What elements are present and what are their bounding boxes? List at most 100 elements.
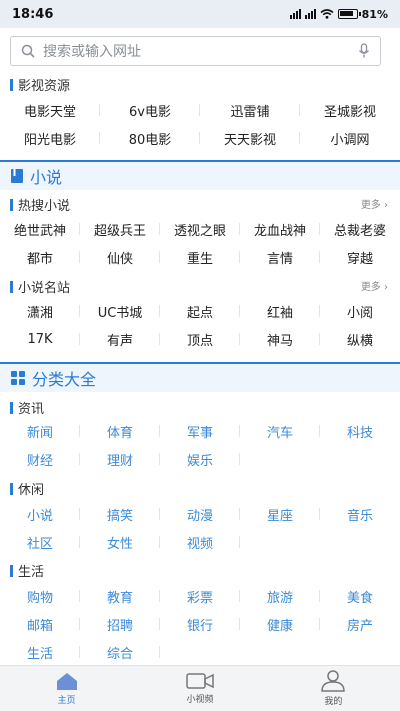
- tab-label: 主页: [57, 696, 76, 706]
- novel-sites-more-link[interactable]: 更多 ›: [361, 278, 388, 293]
- leisure-grid: 小说 搞笑 动漫 星座 音乐社区 女性 视频: [0, 500, 400, 556]
- search-icon: [21, 44, 35, 58]
- link-item[interactable]: 搞笑: [80, 500, 160, 528]
- category-section-title: 分类大全: [32, 370, 97, 389]
- link-item[interactable]: 汽车: [240, 417, 320, 445]
- life-grid: 购物 教育 彩票 旅游 美食邮箱 招聘 银行 健康 房产生活 综合: [0, 582, 400, 666]
- link-item[interactable]: 招聘: [80, 610, 160, 638]
- video-section-title: 影视资源: [10, 75, 70, 94]
- link-item[interactable]: 女性: [80, 528, 160, 556]
- status-time: 18:46: [12, 6, 54, 22]
- news-grid: 新闻 体育 军事 汽车 科技财经 理财 娱乐: [0, 417, 400, 473]
- search-input[interactable]: 搜索或输入网址: [10, 36, 381, 66]
- link-item[interactable]: 红袖: [240, 297, 320, 325]
- video-camera-icon: [186, 673, 214, 689]
- link-item[interactable]: 星座: [240, 500, 320, 528]
- tab-label: 小视频: [186, 695, 214, 705]
- link-item[interactable]: 神马: [240, 325, 320, 353]
- novel-section-header: 小说: [0, 160, 400, 190]
- link-item[interactable]: 体育: [80, 417, 160, 445]
- link-item[interactable]: 旅游: [240, 582, 320, 610]
- wifi-icon: [320, 9, 334, 19]
- link-item[interactable]: 龙血战神: [240, 215, 320, 243]
- book-icon: [11, 169, 23, 183]
- link-item[interactable]: 小阅: [320, 297, 400, 325]
- hot-novel-grid: 绝世武神 超级兵王 透视之眼 龙血战神 总裁老婆都市 仙侠 重生 言情 穿越: [0, 215, 400, 271]
- novel-sites-grid: 潇湘 UC书城 起点 红袖 小阅 17K 有声 顶点 神马 纵横: [0, 297, 400, 353]
- tab-short-video[interactable]: 小视频: [133, 666, 266, 711]
- link-item[interactable]: 科技: [320, 417, 400, 445]
- link-item[interactable]: 小说: [0, 500, 80, 528]
- tab-label: 我的: [324, 697, 343, 707]
- link-item[interactable]: 视频: [160, 528, 240, 556]
- link-item[interactable]: 透视之眼: [160, 215, 240, 243]
- link-item[interactable]: 新闻: [0, 417, 80, 445]
- link-item[interactable]: 80电影: [100, 124, 200, 152]
- link-item[interactable]: 房产: [320, 610, 400, 638]
- link-item[interactable]: 娱乐: [160, 445, 240, 473]
- link-item[interactable]: 音乐: [320, 500, 400, 528]
- link-item[interactable]: 穿越: [320, 243, 400, 271]
- link-item[interactable]: 重生: [160, 243, 240, 271]
- link-item[interactable]: 17K: [0, 325, 80, 353]
- link-item[interactable]: 都市: [0, 243, 80, 271]
- link-item[interactable]: 彩票: [160, 582, 240, 610]
- link-item[interactable]: 纵横: [320, 325, 400, 353]
- bottom-tab-bar: 主页 小视频 我的: [0, 665, 400, 711]
- status-icons: 81%: [289, 7, 388, 21]
- link-item[interactable]: 社区: [0, 528, 80, 556]
- battery-level: 81%: [361, 7, 388, 21]
- link-item[interactable]: 综合: [80, 638, 160, 666]
- link-item[interactable]: 银行: [160, 610, 240, 638]
- signal-icon: [304, 9, 316, 19]
- link-item[interactable]: 动漫: [160, 500, 240, 528]
- category-group-title: 休闲: [10, 479, 44, 498]
- link-item[interactable]: 言情: [240, 243, 320, 271]
- home-icon: [56, 673, 77, 690]
- link-item[interactable]: 邮箱: [0, 610, 80, 638]
- link-item[interactable]: 顶点: [160, 325, 240, 353]
- status-bar: 18:46 81%: [0, 0, 400, 28]
- link-item[interactable]: 超级兵王: [80, 215, 160, 243]
- user-icon: [321, 670, 346, 692]
- link-item[interactable]: 起点: [160, 297, 240, 325]
- signal-icon: [289, 9, 301, 19]
- search-placeholder: 搜索或输入网址: [43, 44, 141, 60]
- link-item[interactable]: 绝世武神: [0, 215, 80, 243]
- link-item[interactable]: 财经: [0, 445, 80, 473]
- grid-icon: [11, 371, 25, 385]
- novel-section-title: 小说: [30, 168, 63, 187]
- microphone-icon[interactable]: [358, 43, 370, 59]
- video-grid: 电影天堂 6v电影 迅雷铺 圣城影视阳光电影 80电影 天天影视 小调网: [0, 96, 400, 152]
- category-group-title: 资讯: [10, 398, 44, 417]
- search-bar: 搜索或输入网址: [0, 28, 400, 72]
- link-item[interactable]: 阳光电影: [0, 124, 100, 152]
- link-item[interactable]: 教育: [80, 582, 160, 610]
- tab-mine[interactable]: 我的: [267, 666, 400, 711]
- hot-novel-title: 热搜小说: [10, 195, 70, 214]
- link-item[interactable]: 美食: [320, 582, 400, 610]
- link-item[interactable]: 天天影视: [200, 124, 300, 152]
- link-item[interactable]: 仙侠: [80, 243, 160, 271]
- link-item[interactable]: 理财: [80, 445, 160, 473]
- category-section-header: 分类大全: [0, 362, 400, 392]
- tab-home[interactable]: 主页: [0, 666, 133, 711]
- hot-novel-more-link[interactable]: 更多 ›: [361, 196, 388, 211]
- link-item[interactable]: 购物: [0, 582, 80, 610]
- link-item[interactable]: 小调网: [300, 124, 400, 152]
- link-item[interactable]: 圣城影视: [300, 96, 400, 124]
- link-item[interactable]: 6v电影: [100, 96, 200, 124]
- link-item[interactable]: 总裁老婆: [320, 215, 400, 243]
- link-item[interactable]: 电影天堂: [0, 96, 100, 124]
- more-label: 更多: [360, 282, 381, 293]
- link-item[interactable]: UC书城: [80, 297, 160, 325]
- link-item[interactable]: 生活: [0, 638, 80, 666]
- link-item[interactable]: 迅雷铺: [200, 96, 300, 124]
- category-group-title: 生活: [10, 561, 44, 580]
- battery-icon: [337, 9, 361, 19]
- link-item[interactable]: 军事: [160, 417, 240, 445]
- link-item[interactable]: 健康: [240, 610, 320, 638]
- link-item[interactable]: 潇湘: [0, 297, 80, 325]
- novel-sites-title: 小说名站: [10, 277, 70, 296]
- link-item[interactable]: 有声: [80, 325, 160, 353]
